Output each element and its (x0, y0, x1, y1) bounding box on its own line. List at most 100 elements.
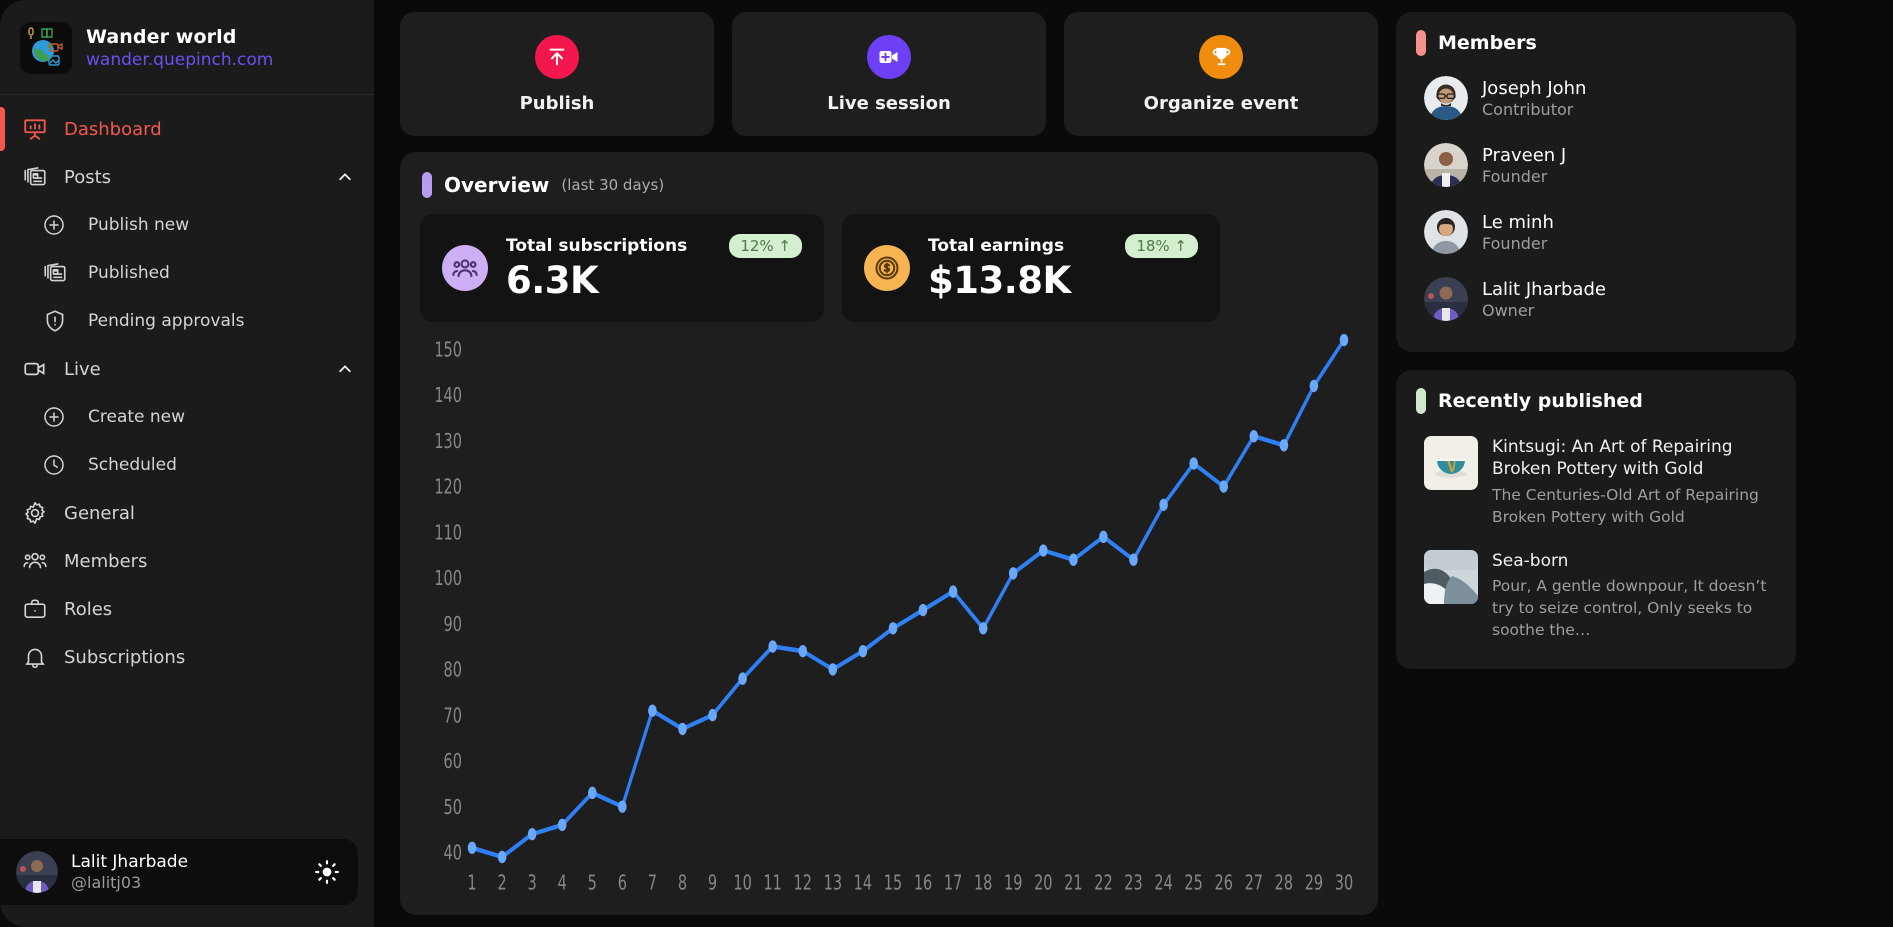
x-axis-tick-label: 15 (884, 871, 902, 895)
subscriptions-line-chart[interactable]: 40 50 60 70 80 90 100 110 120 130 140 150 1 2 3 4 5 6 7 8 9 1… (420, 332, 1358, 907)
x-axis-tick-label: 23 (1124, 871, 1142, 895)
chart-data-point[interactable]: 8: 67 (678, 722, 687, 736)
y-axis-tick-label: 60 (444, 750, 462, 774)
chart-data-point[interactable]: 13: 80 (828, 663, 838, 676)
chart-data-point[interactable]: 28: 129 (1279, 439, 1289, 452)
member-name: Le minh (1482, 211, 1554, 233)
member-list-item[interactable]: Le minh Founder (1416, 198, 1776, 265)
chevron-up-icon[interactable] (336, 168, 354, 186)
sidebar-item-label: Scheduled (88, 455, 177, 475)
posts-icon (42, 260, 88, 286)
chart-data-point[interactable]: 17: 97 (948, 585, 958, 598)
member-role: Founder (1482, 166, 1548, 186)
chart-data-point[interactable]: 6: 50 (618, 800, 627, 813)
sidebar-item-dashboard[interactable]: Dashboard (0, 105, 374, 153)
chart-data-point[interactable]: 2: 39 (497, 850, 507, 864)
overview-panel: Overview (last 30 days) Total subscripti… (400, 152, 1378, 915)
published-post-item[interactable]: Kintsugi: An Art of Repairing Broken Pot… (1416, 422, 1776, 536)
chart-data-point[interactable]: 16: 93 (918, 603, 928, 617)
x-axis-tick-label: 11 (763, 871, 781, 895)
chart-data-point[interactable]: 25: 125 (1189, 457, 1198, 470)
status-badge: 18% ↑ (1125, 234, 1198, 259)
quick-action-publish[interactable]: Publish (400, 12, 714, 136)
chart-data-point[interactable]: 18: 89 (978, 622, 988, 635)
sidebar-item-live[interactable]: Live (0, 345, 374, 393)
member-list-item[interactable]: Lalit Jharbade Owner (1416, 265, 1776, 332)
sidebar-item-scheduled[interactable]: Scheduled (0, 441, 374, 489)
member-list-item[interactable]: Praveen J Founder (1416, 131, 1776, 198)
quick-action-organize-event[interactable]: Organize event (1064, 12, 1378, 136)
member-list-item[interactable]: Joseph John Contributor (1416, 64, 1776, 131)
sidebar-user-card[interactable]: Lalit Jharbade @lalitj03 (0, 839, 358, 905)
presentation-chart-icon (22, 116, 64, 142)
chart-data-point[interactable]: 4: 46 (557, 818, 567, 832)
recently-published-panel: Recently published Kintsugi: An Art of R… (1396, 370, 1796, 670)
sidebar-item-posts[interactable]: Posts (0, 153, 374, 201)
chart-data-point[interactable]: 22: 109 (1099, 530, 1108, 544)
trophy-icon (1199, 34, 1243, 79)
published-post-item[interactable]: Sea-born Pour, A gentle downpour, It does… (1416, 536, 1776, 649)
x-axis-tick-label: 20 (1034, 871, 1052, 895)
stat-value: $13.8K (928, 259, 1071, 303)
sidebar-item-general[interactable]: General (0, 489, 374, 537)
chart-data-point[interactable]: 26: 120 (1219, 480, 1228, 493)
quick-action-live-session[interactable]: Live session (732, 12, 1046, 136)
main-area: Publish Live session Organize event Overvi… (374, 0, 1893, 927)
chart-data-point[interactable]: 1: 41 (467, 841, 477, 854)
members-panel-title: Members (1438, 32, 1537, 54)
stat-card-subscriptions[interactable]: Total subscriptions 12% ↑ 6.3K (420, 214, 824, 322)
chart-data-point[interactable]: 3: 44 (527, 827, 537, 841)
sidebar-item-create-new[interactable]: Create new (0, 393, 374, 441)
sidebar-item-members[interactable]: Members (0, 537, 374, 585)
x-axis-tick-label: 9 (708, 871, 717, 895)
sidebar-item-roles[interactable]: Roles (0, 585, 374, 633)
sidebar-item-publish-new[interactable]: Publish new (0, 201, 374, 249)
users-icon (22, 548, 64, 574)
sidebar-item-label: Posts (64, 166, 112, 188)
chart-data-point[interactable]: 5: 53 (588, 786, 597, 800)
avatar (1424, 210, 1468, 254)
chart-data-point[interactable]: 24: 116 (1159, 498, 1168, 511)
sidebar-item-label: General (64, 502, 135, 524)
chart-data-point[interactable]: 12: 84 (798, 644, 808, 658)
sidebar-item-label: Roles (64, 598, 113, 620)
chart-data-point[interactable]: 9: 70 (708, 708, 717, 722)
chart-data-point[interactable]: 30: 152 (1339, 333, 1349, 347)
y-axis-tick-label: 90 (444, 612, 462, 636)
quick-action-label: Publish (519, 92, 595, 114)
x-axis-tick-label: 14 (854, 871, 872, 895)
x-axis-tick-label: 2 (497, 871, 506, 895)
x-axis-tick-label: 8 (678, 871, 687, 895)
brand-url[interactable]: wander.quepinch.com (86, 50, 273, 70)
sun-icon[interactable] (314, 859, 340, 885)
sidebar-item-pending-approvals[interactable]: Pending approvals (0, 297, 374, 345)
chart-data-point[interactable]: 14: 84 (858, 644, 868, 658)
member-name: Praveen J (1482, 144, 1567, 166)
chart-data-point[interactable]: 10: 78 (738, 672, 747, 685)
chevron-up-icon[interactable] (336, 360, 354, 378)
recently-published-header: Recently published (1416, 388, 1776, 414)
overview-accent-bar (422, 172, 432, 198)
sidebar-item-label: Published (88, 263, 170, 283)
y-axis-tick-label: 110 (434, 521, 462, 545)
brand-header[interactable]: Wander world wander.quepinch.com (0, 0, 374, 95)
x-axis-tick-label: 26 (1215, 871, 1233, 895)
sidebar-item-published[interactable]: Published (0, 249, 374, 297)
y-axis-tick-label: 80 (444, 658, 462, 682)
chart-data-point[interactable]: 11: 85 (768, 640, 777, 653)
chart-data-point[interactable]: 15: 89 (888, 622, 898, 635)
chart-data-point[interactable]: 21: 104 (1069, 553, 1078, 566)
chart-data-point[interactable]: 20: 106 (1039, 544, 1048, 557)
post-description: The Centuries-Old Art of Repairing Broke… (1492, 485, 1759, 526)
right-rail: Members Joseph John Contributor Praveen JF… (1396, 12, 1796, 915)
chart-data-point[interactable]: 29: 142 (1309, 379, 1319, 393)
chart-data-point[interactable]: 23: 104 (1129, 553, 1138, 566)
post-thumbnail (1424, 436, 1478, 490)
sidebar-item-subscriptions[interactable]: Subscriptions (0, 633, 374, 681)
stat-card-earnings[interactable]: Total earnings 18% ↑ $13.8K (842, 214, 1220, 322)
chart-data-point[interactable]: 19: 101 (1008, 567, 1018, 580)
chart-data-point[interactable]: 7: 71 (648, 704, 657, 717)
y-axis-tick-label: 70 (444, 704, 462, 728)
x-axis-tick-label: 18 (974, 871, 992, 895)
chart-data-point[interactable]: 27: 131 (1249, 430, 1259, 443)
